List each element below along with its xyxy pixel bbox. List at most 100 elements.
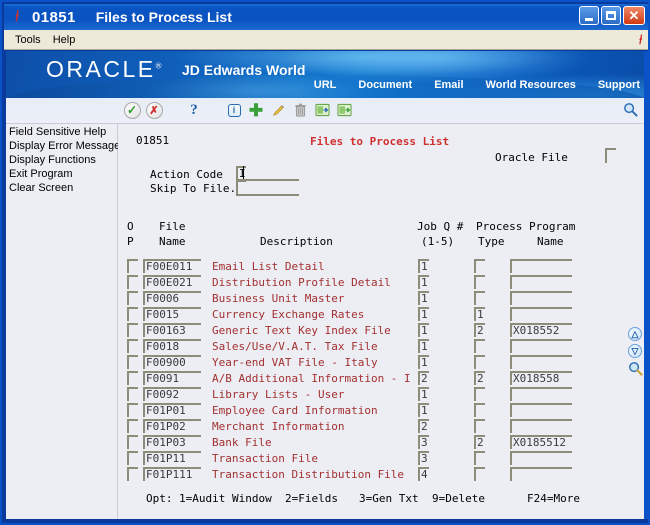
row-program-name-input[interactable] — [510, 387, 572, 401]
row-program-name-input[interactable] — [510, 451, 572, 465]
cancel-x-button[interactable]: ✗ — [144, 100, 164, 120]
edit-button[interactable] — [268, 100, 288, 120]
sidebar-item-clear-screen[interactable]: Clear Screen — [9, 181, 117, 195]
import-button[interactable] — [312, 100, 332, 120]
row-program-name: X018558 — [513, 372, 560, 385]
table-row[interactable]: F01P01 Employee Card Information 1 — [118, 402, 646, 418]
row-option-input[interactable] — [127, 259, 138, 273]
banner-nav-email[interactable]: Email — [434, 79, 463, 91]
row-description: Transaction Distribution File — [212, 468, 405, 481]
row-jobq: 3 — [421, 436, 428, 449]
table-row[interactable]: F0092 Library Lists - User 1 — [118, 386, 646, 402]
table-row[interactable]: F0015 Currency Exchange Rates 1 1 — [118, 306, 646, 322]
delete-button[interactable] — [290, 100, 310, 120]
menu-item-help[interactable]: Help — [47, 33, 82, 47]
scroll-controls: △ ▽ — [624, 327, 646, 376]
row-program-name-input[interactable] — [510, 355, 572, 369]
row-process-type-input[interactable] — [474, 291, 485, 305]
row-jobq: 1 — [421, 260, 428, 273]
scroll-up-button[interactable]: △ — [628, 327, 642, 341]
row-file-name: F0091 — [146, 372, 180, 385]
info-button[interactable]: i — [224, 100, 244, 120]
row-option-input[interactable] — [127, 387, 138, 401]
row-program-name-input[interactable] — [510, 339, 572, 353]
row-description: Currency Exchange Rates — [212, 308, 365, 321]
export-button[interactable] — [334, 100, 354, 120]
row-description: Merchant Information — [212, 420, 345, 433]
table-row[interactable]: F0018 Sales/Use/V.A.T. Tax File 1 — [118, 338, 646, 354]
table-row[interactable]: F01P02 Merchant Information 2 — [118, 418, 646, 434]
row-option-input[interactable] — [127, 403, 138, 417]
form-panel: 01851 Files to Process List Oracle File … — [118, 124, 646, 523]
sidebar-item-field-sensitive-help[interactable]: Field Sensitive Help — [9, 125, 117, 139]
column-header-jobq-line1: Job Q # — [417, 220, 464, 233]
row-program-name-input[interactable] — [510, 307, 572, 321]
row-process-type-input[interactable] — [474, 467, 485, 481]
scroll-down-button[interactable]: ▽ — [628, 344, 642, 358]
menu-bar: Tools Help ⍿ — [4, 30, 648, 50]
column-header-process-line2: Type — [478, 235, 505, 248]
row-option-input[interactable] — [127, 451, 138, 465]
row-program-name-input[interactable] — [510, 403, 572, 417]
oracle-brand-logo: ORACLE® — [46, 56, 162, 83]
table-row[interactable]: F01P111 Transaction Distribution File 4 — [118, 466, 646, 482]
table-row[interactable]: F00163 Generic Text Key Index File 1 2 X0185… — [118, 322, 646, 338]
help-question-button[interactable]: ? — [184, 100, 204, 120]
menu-item-tools[interactable]: Tools — [9, 33, 47, 47]
sidebar-item-display-error-message[interactable]: Display Error Message — [9, 139, 120, 153]
close-button[interactable]: ✕ — [623, 6, 645, 25]
row-process-type-input[interactable] — [474, 387, 485, 401]
row-option-input[interactable] — [127, 419, 138, 433]
row-option-input[interactable] — [127, 435, 138, 449]
oracle-file-input[interactable] — [605, 148, 616, 163]
row-process-type-input[interactable] — [474, 259, 485, 273]
row-process-type-input[interactable] — [474, 355, 485, 369]
row-process-type-input[interactable] — [474, 275, 485, 289]
row-process-type-input[interactable] — [474, 403, 485, 417]
row-jobq: 1 — [421, 324, 428, 337]
table-row[interactable]: F0006 Business Unit Master 1 — [118, 290, 646, 306]
maximize-button[interactable] — [601, 6, 621, 25]
banner-nav-url[interactable]: URL — [314, 79, 337, 91]
ok-check-button[interactable]: ✓ — [122, 100, 142, 120]
row-process-type-input[interactable] — [474, 419, 485, 433]
banner-nav-world-resources[interactable]: World Resources — [486, 79, 576, 91]
row-option-input[interactable] — [127, 275, 138, 289]
search-magnifier-icon[interactable] — [623, 102, 638, 117]
oracle-file-label: Oracle File — [495, 151, 568, 164]
table-row[interactable]: F0091 A/B Additional Information - I 2 2 X01… — [118, 370, 646, 386]
footer-more-key: F24=More — [527, 492, 580, 505]
column-header-jobq-line2: (1-5) — [421, 235, 455, 248]
row-program-name-input[interactable] — [510, 419, 572, 433]
row-process-type-input[interactable] — [474, 339, 485, 353]
row-program-name-input[interactable] — [510, 275, 572, 289]
sidebar-item-display-functions[interactable]: Display Functions — [9, 153, 117, 167]
table-row[interactable]: F00E011 Email List Detail 1 — [118, 258, 646, 274]
row-option-input[interactable] — [127, 291, 138, 305]
table-row[interactable]: F01P11 Transaction File 3 — [118, 450, 646, 466]
row-option-input[interactable] — [127, 323, 138, 337]
row-program-name-input[interactable] — [510, 467, 572, 481]
table-row[interactable]: F00E021 Distribution Profile Detail 1 — [118, 274, 646, 290]
row-process-type-input[interactable] — [474, 451, 485, 465]
import-icon — [315, 103, 329, 117]
row-option-input[interactable] — [127, 339, 138, 353]
column-header-program-line1: Program — [529, 220, 576, 233]
skip-to-file-input[interactable] — [236, 180, 246, 195]
column-header-process-line1: Process — [476, 220, 523, 233]
banner-nav-support[interactable]: Support — [598, 79, 640, 91]
row-program-name-input[interactable] — [510, 259, 572, 273]
banner-nav-document[interactable]: Document — [358, 79, 412, 91]
table-row[interactable]: F00900 Year-end VAT File - Italy 1 — [118, 354, 646, 370]
row-option-input[interactable] — [127, 467, 138, 481]
sidebar-item-exit-program[interactable]: Exit Program — [9, 167, 117, 181]
title-bar: ⍿ 01851 Files to Process List ✕ — [4, 4, 648, 30]
row-option-input[interactable] — [127, 371, 138, 385]
row-option-input[interactable] — [127, 355, 138, 369]
search-magnifier-icon[interactable] — [628, 361, 643, 376]
add-button[interactable]: ✚ — [246, 100, 266, 120]
table-row[interactable]: F01P03 Bank File 3 2 X0185512 — [118, 434, 646, 450]
row-option-input[interactable] — [127, 307, 138, 321]
minimize-button[interactable] — [579, 6, 599, 25]
row-program-name-input[interactable] — [510, 291, 572, 305]
